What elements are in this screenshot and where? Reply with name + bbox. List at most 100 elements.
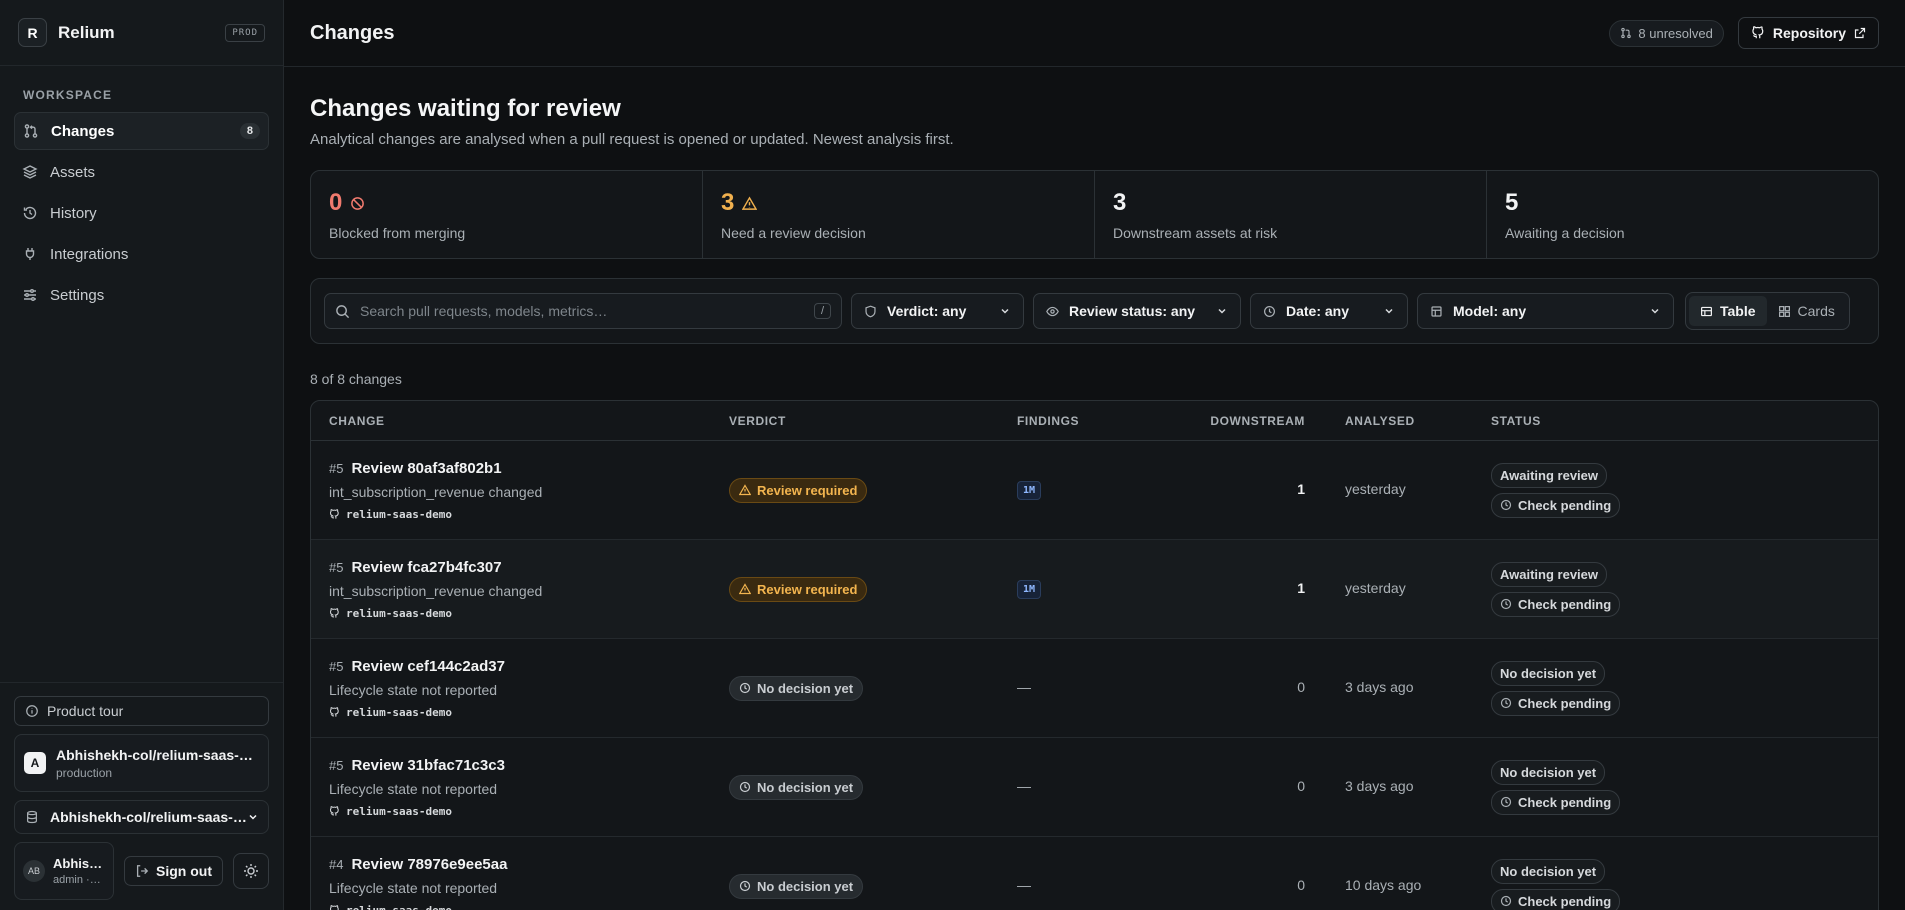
clock-icon xyxy=(739,880,751,892)
history-icon xyxy=(22,205,38,221)
search-icon xyxy=(335,304,350,319)
column-header-downstream[interactable]: DOWNSTREAM xyxy=(1197,414,1305,428)
change-cell: #5 Review 80af3af802b1 int_subscription_re… xyxy=(311,460,729,521)
repository-select[interactable]: Abhishekh-col/relium-saas-demo xyxy=(14,800,269,834)
sidebar-item-label: Integrations xyxy=(50,245,129,263)
repository-button-label: Repository xyxy=(1772,25,1846,41)
stat-need-review[interactable]: 3 Need a review decision xyxy=(703,171,1095,258)
project-switcher[interactable]: A Abhishekh-col/relium-saas-demo product… xyxy=(14,734,269,792)
cards-view-label: Cards xyxy=(1797,303,1835,319)
eye-icon xyxy=(1046,305,1059,318)
verdict-filter[interactable]: Verdict: any xyxy=(851,293,1024,329)
sidebar-item-assets[interactable]: Assets xyxy=(14,153,269,191)
finding-badge[interactable]: 1M xyxy=(1017,580,1042,599)
filter-bar: Search pull requests, models, metrics… /… xyxy=(310,278,1879,344)
clock-icon xyxy=(1500,598,1512,610)
change-title-link[interactable]: Review 78976e9ee5aa xyxy=(351,856,507,873)
status-cell: Awaiting review Check pending xyxy=(1491,561,1878,617)
check-status-pill: Check pending xyxy=(1491,492,1621,518)
project-env: production xyxy=(56,765,113,780)
stat-label: Downstream assets at risk xyxy=(1113,225,1278,241)
findings-cell: 1M xyxy=(1017,579,1197,599)
findings-cell: — xyxy=(1017,778,1197,796)
status-cell: No decision yet Check pending xyxy=(1491,660,1878,716)
change-title-link[interactable]: Review 80af3af802b1 xyxy=(351,460,501,477)
verdict-filter-label: Verdict: any xyxy=(887,303,967,319)
change-description: Lifecycle state not reported xyxy=(329,879,498,896)
clock-icon xyxy=(1500,499,1512,511)
warning-icon xyxy=(739,583,751,595)
findings-empty: — xyxy=(1017,778,1031,794)
table-row[interactable]: #5 Review cef144c2ad37 Lifecycle state not… xyxy=(311,639,1878,738)
sidebar-item-changes[interactable]: Changes 8 xyxy=(14,112,269,150)
review-status-filter[interactable]: Review status: any xyxy=(1033,293,1241,329)
sidebar-item-integrations[interactable]: Integrations xyxy=(14,235,269,273)
column-header-verdict[interactable]: VERDICT xyxy=(729,414,1017,428)
review-status-label: No decision yet xyxy=(1500,764,1597,780)
change-cell: #4 Review 78976e9ee5aa Lifecycle state not… xyxy=(311,856,729,910)
chevron-down-icon xyxy=(1635,305,1661,317)
date-filter-label: Date: any xyxy=(1286,303,1350,319)
change-title-link[interactable]: Review fca27b4fc307 xyxy=(351,559,501,576)
topbar-title: Changes xyxy=(310,21,395,44)
database-icon xyxy=(24,809,40,825)
findings-cell: — xyxy=(1017,679,1197,697)
sign-out-button[interactable]: Sign out xyxy=(124,856,223,886)
date-filter[interactable]: Date: any xyxy=(1250,293,1408,329)
sidebar-item-settings[interactable]: Settings xyxy=(14,276,269,314)
column-header-findings[interactable]: FINDINGS xyxy=(1017,414,1197,428)
ban-icon xyxy=(350,196,365,211)
table-row[interactable]: #5 Review 80af3af802b1 int_subscription_re… xyxy=(311,441,1878,540)
clock-icon xyxy=(1263,305,1276,318)
model-filter[interactable]: Model: any xyxy=(1417,293,1674,329)
repository-button[interactable]: Repository xyxy=(1737,17,1879,49)
shield-icon xyxy=(864,305,877,318)
column-header-analysed[interactable]: ANALYSED xyxy=(1305,414,1491,428)
column-header-change[interactable]: CHANGE xyxy=(311,414,729,428)
downstream-cell: 0 xyxy=(1197,679,1305,697)
log-out-icon xyxy=(135,863,149,879)
check-status-pill: Check pending xyxy=(1491,591,1621,617)
theme-toggle-button[interactable] xyxy=(233,853,269,889)
change-cell: #5 Review 31bfac71c3c3 Lifecycle state not… xyxy=(311,757,729,818)
changes-table: CHANGE VERDICT FINDINGS DOWNSTREAM ANALY… xyxy=(310,400,1879,910)
check-status-label: Check pending xyxy=(1518,497,1612,513)
pr-number: #5 xyxy=(329,658,344,674)
search-input[interactable]: Search pull requests, models, metrics… / xyxy=(324,293,842,329)
findings-cell: 1M xyxy=(1017,480,1197,500)
sidebar-item-history[interactable]: History xyxy=(14,194,269,232)
clock-icon xyxy=(739,781,751,793)
brand-logo[interactable]: R xyxy=(18,18,47,47)
analysed-cell: 3 days ago xyxy=(1305,679,1491,697)
results-count: 8 of 8 changes xyxy=(310,371,402,387)
brand-name[interactable]: Relium xyxy=(58,23,115,43)
user-menu[interactable]: AB Abhishekh admin · owner xyxy=(14,842,114,900)
cards-view-button[interactable]: Cards xyxy=(1767,296,1846,326)
change-title-link[interactable]: Review cef144c2ad37 xyxy=(351,658,504,675)
check-status-label: Check pending xyxy=(1518,596,1612,612)
table-row[interactable]: #5 Review fca27b4fc307 int_subscription_re… xyxy=(311,540,1878,639)
table-view-button[interactable]: Table xyxy=(1689,296,1767,326)
stat-downstream[interactable]: 3 Downstream assets at risk xyxy=(1095,171,1487,258)
table-row[interactable]: #5 Review 31bfac71c3c3 Lifecycle state not… xyxy=(311,738,1878,837)
sign-out-label: Sign out xyxy=(156,863,212,879)
sliders-icon xyxy=(22,287,38,303)
stat-blocked[interactable]: 0 Blocked from merging xyxy=(311,171,703,258)
table-header: CHANGE VERDICT FINDINGS DOWNSTREAM ANALY… xyxy=(311,401,1878,441)
unresolved-badge[interactable]: 8 unresolved xyxy=(1609,19,1724,47)
project-avatar: A xyxy=(24,752,46,774)
downstream-cell: 1 xyxy=(1197,481,1305,499)
downstream-count: 0 xyxy=(1297,679,1305,695)
verdict-badge: Review required xyxy=(729,477,868,503)
sidebar-item-label: Changes xyxy=(51,122,115,140)
downstream-count: 1 xyxy=(1297,580,1305,596)
change-title-link[interactable]: Review 31bfac71c3c3 xyxy=(351,757,504,774)
table-row[interactable]: #4 Review 78976e9ee5aa Lifecycle state not… xyxy=(311,837,1878,910)
brand-header: R Relium PROD xyxy=(0,0,283,66)
finding-badge[interactable]: 1M xyxy=(1017,481,1042,500)
column-header-status[interactable]: STATUS xyxy=(1491,414,1878,428)
analysed-time: 3 days ago xyxy=(1345,778,1414,794)
stat-awaiting[interactable]: 5 Awaiting a decision xyxy=(1487,171,1878,258)
verdict-badge: Review required xyxy=(729,576,868,602)
product-tour-button[interactable]: Product tour xyxy=(14,696,269,726)
